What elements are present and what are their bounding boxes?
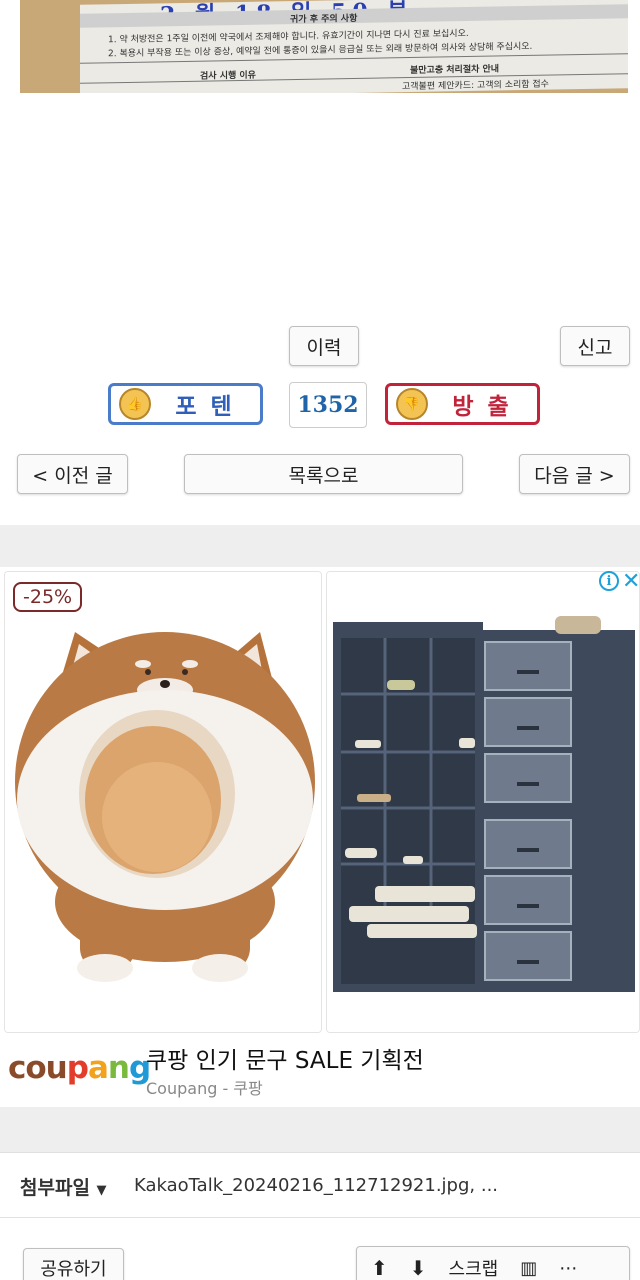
section-separator (0, 1107, 640, 1152)
ad-subtitle: Coupang - 쿠팡 (146, 1079, 263, 1098)
history-button[interactable]: 이력 (289, 326, 359, 366)
thumbs-up-face-icon: 👍 (119, 388, 151, 420)
ad-close-icon[interactable]: ✕ (622, 569, 640, 594)
upvote-label: 포텐 (175, 394, 246, 420)
column-right-sub: 고객불편 제안카드: 고객의 소리함 접수 (402, 79, 549, 93)
ad-info-icon[interactable]: i (599, 571, 619, 591)
downvote-button[interactable]: 👎 방출 (385, 383, 540, 425)
stats-icon[interactable]: ▥ (520, 1258, 537, 1279)
upvote-button[interactable]: 👍 포텐 (108, 383, 263, 425)
post-toolbar: ⬆ ⬇ 스크랩 ▥ ⋯ (356, 1246, 630, 1280)
attachment-toggle[interactable]: 첨부파일 ▼ (20, 1173, 107, 1200)
document-paper: 2 월 18 일 50 분 귀가 후 주의 사항 1. 약 처방전은 1주일 이… (80, 0, 628, 93)
ad-product-tile-2[interactable] (326, 571, 640, 1033)
arrow-down-icon[interactable]: ⬇ (410, 1256, 427, 1280)
post-image: 2 월 18 일 50 분 귀가 후 주의 사항 1. 약 처방전은 1주일 이… (20, 0, 628, 93)
vote-count: 1352 (289, 382, 367, 428)
discount-badge: -25% (13, 582, 83, 612)
prev-post-button[interactable]: < 이전 글 (17, 454, 128, 494)
caret-down-icon: ▼ (96, 1183, 107, 1198)
ad-product-tile-1[interactable]: -25% (4, 571, 322, 1033)
ad-banner[interactable]: -25% i ✕ (0, 567, 640, 1107)
column-right: 불만고충 처리절차 안내 (410, 64, 500, 77)
attachment-label: 첨부파일 (20, 1177, 90, 1199)
report-button[interactable]: 신고 (560, 326, 630, 366)
list-button[interactable]: 목록으로 (184, 454, 463, 494)
scrap-button[interactable]: 스크랩 (449, 1255, 499, 1280)
notice-title: 귀가 후 주의 사항 (290, 13, 358, 26)
share-button[interactable]: 공유하기 (23, 1248, 124, 1280)
shiba-cup-image (5, 572, 321, 1032)
ad-title[interactable]: 쿠팡 인기 문구 SALE 기획전 (146, 1041, 424, 1075)
desk-organizer-image (327, 572, 639, 1032)
section-separator (0, 525, 640, 567)
next-post-button[interactable]: 다음 글 > (519, 454, 630, 494)
coupang-logo: coupang (8, 1050, 151, 1086)
downvote-label: 방출 (452, 394, 523, 420)
attachment-file[interactable]: KakaoTalk_20240216_112712921.jpg, ... (134, 1175, 498, 1196)
arrow-up-icon[interactable]: ⬆ (371, 1256, 388, 1280)
post-page: 2 월 18 일 50 분 귀가 후 주의 사항 1. 약 처방전은 1주일 이… (0, 0, 640, 1280)
more-icon[interactable]: ⋯ (559, 1258, 577, 1279)
thumbs-down-face-icon: 👎 (396, 388, 428, 420)
attachment-row: 첨부파일 ▼ KakaoTalk_20240216_112712921.jpg,… (0, 1152, 640, 1218)
